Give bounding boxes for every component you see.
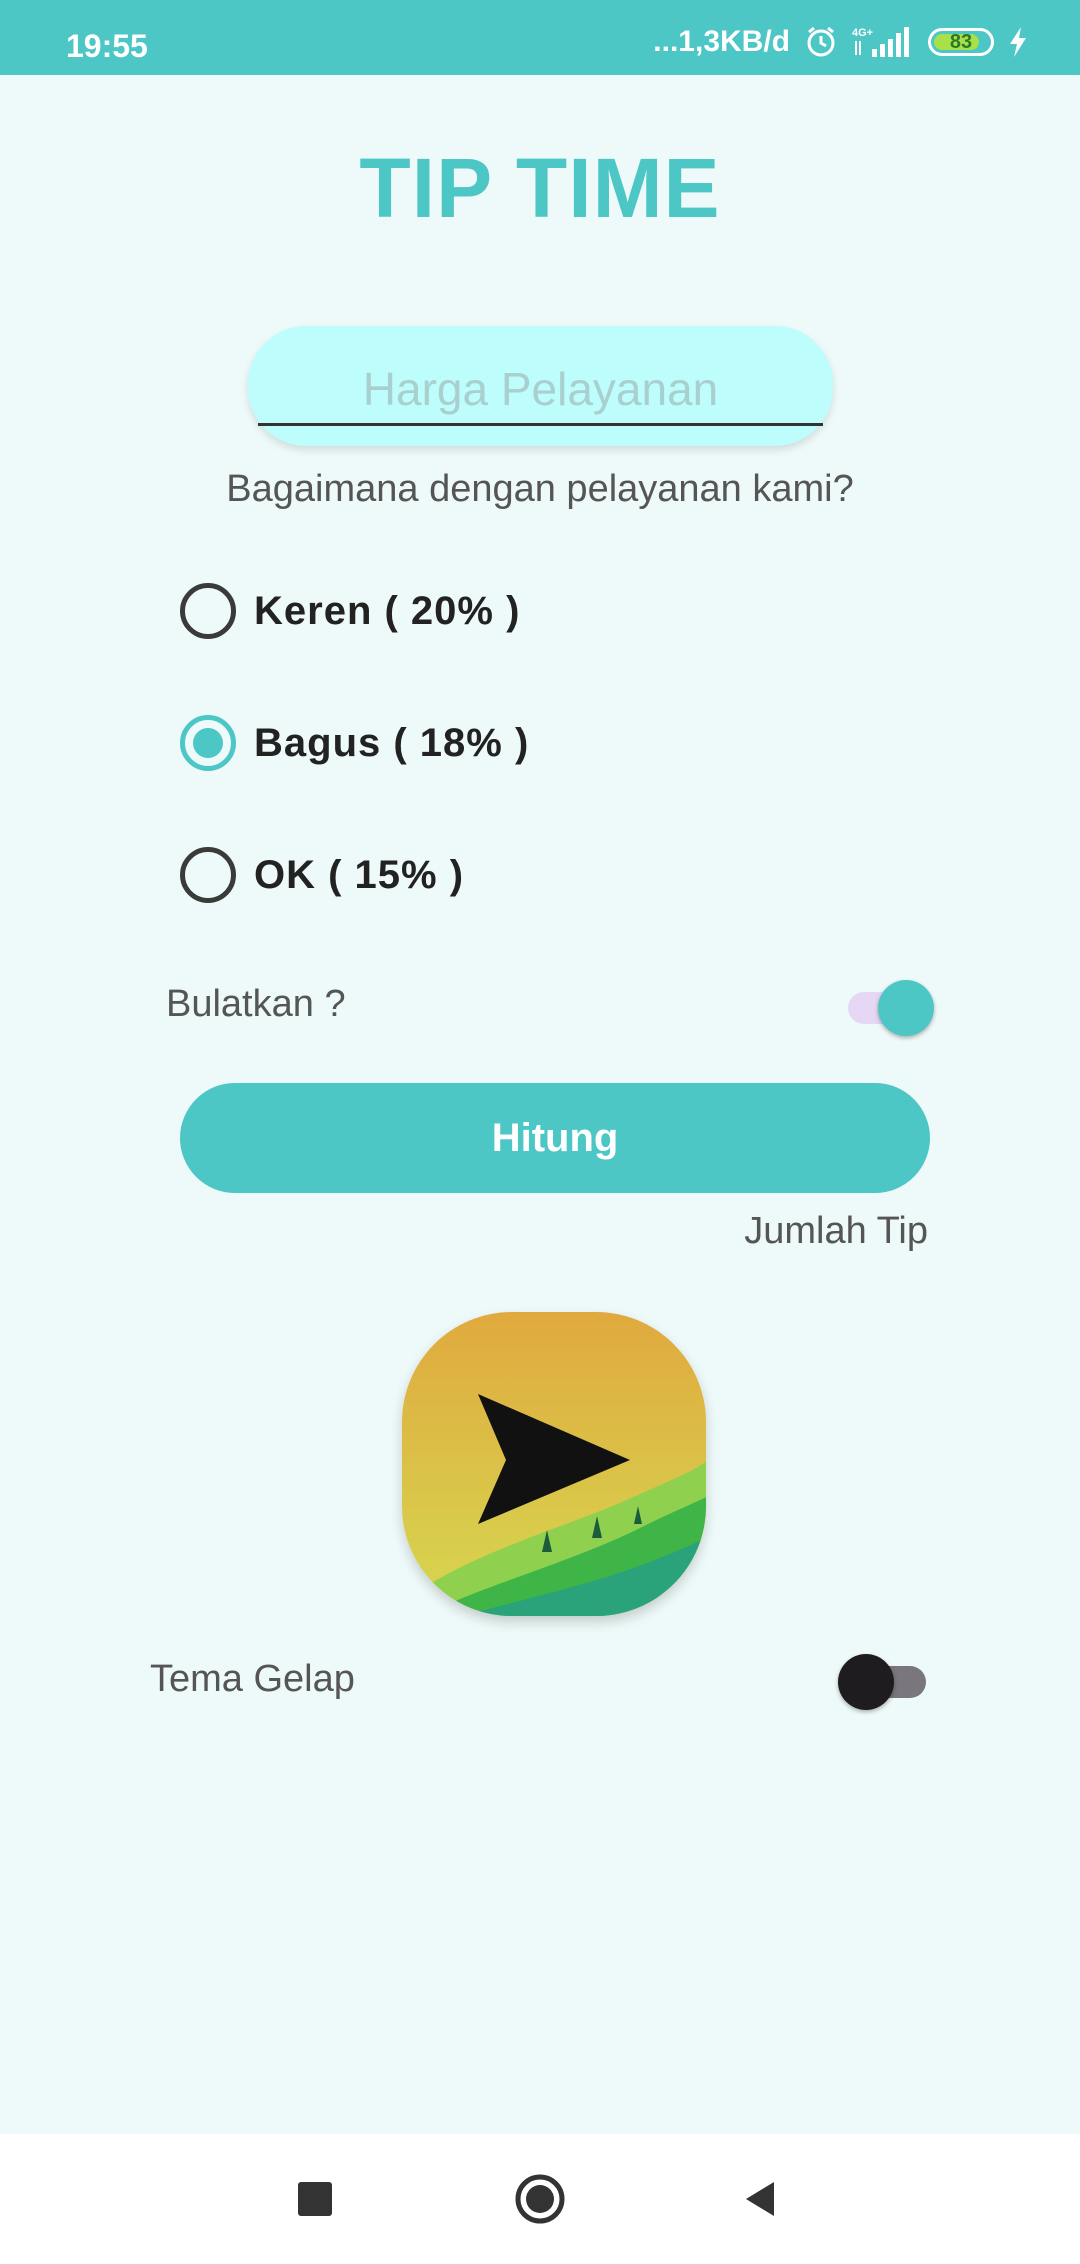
network-type: 4G+ [852,27,873,39]
app-logo [402,1312,706,1616]
price-input[interactable] [258,344,823,434]
radio-dot [193,728,223,758]
signal-icon: 4G+ [852,25,914,59]
back-triangle-icon [746,2182,774,2216]
input-underline [258,423,823,426]
radio-label: Keren ( 20% ) [254,588,521,633]
price-field [248,326,833,446]
round-up-switch[interactable] [844,978,934,1036]
radio-option-bagus[interactable]: Bagus ( 18% ) [180,713,529,773]
battery-level: 83 [949,30,973,53]
recents-button[interactable] [255,2134,375,2264]
radio-button-selected[interactable] [180,715,236,771]
status-icons: ...1,3KB/d 4G+ 83 [653,22,1028,62]
radio-option-ok[interactable]: OK ( 15% ) [180,845,464,905]
round-up-label: Bulatkan ? [166,983,346,1025]
back-button[interactable] [700,2134,820,2264]
service-question: Bagaimana dengan pelayanan kami? [226,468,854,510]
tip-amount-label: Jumlah Tip [744,1210,928,1252]
alarm-icon [804,25,838,59]
radio-button[interactable] [180,583,236,639]
calculate-button[interactable]: Hitung [180,1083,930,1193]
switch-thumb [838,1654,894,1710]
recents-square-icon [298,2182,332,2216]
app-title: TIP TIME [359,141,721,235]
send-arrow-icon [402,1312,706,1616]
switch-thumb [878,980,934,1036]
home-button[interactable] [480,2134,600,2264]
dark-theme-switch[interactable] [838,1652,928,1710]
network-speed: ...1,3KB/d [653,25,790,58]
dark-theme-label: Tema Gelap [150,1658,355,1700]
charging-icon [1008,26,1028,58]
radio-option-keren[interactable]: Keren ( 20% ) [180,581,520,641]
battery-icon: 83 [928,28,994,56]
home-circle-icon [515,2174,565,2224]
radio-label: Bagus ( 18% ) [254,720,530,765]
radio-label: OK ( 15% ) [254,852,465,897]
status-bar: 19:55 ...1,3KB/d 4G+ 83 [0,0,1080,75]
navigation-bar [0,2134,1080,2264]
radio-button[interactable] [180,847,236,903]
status-time: 19:55 [66,28,148,64]
